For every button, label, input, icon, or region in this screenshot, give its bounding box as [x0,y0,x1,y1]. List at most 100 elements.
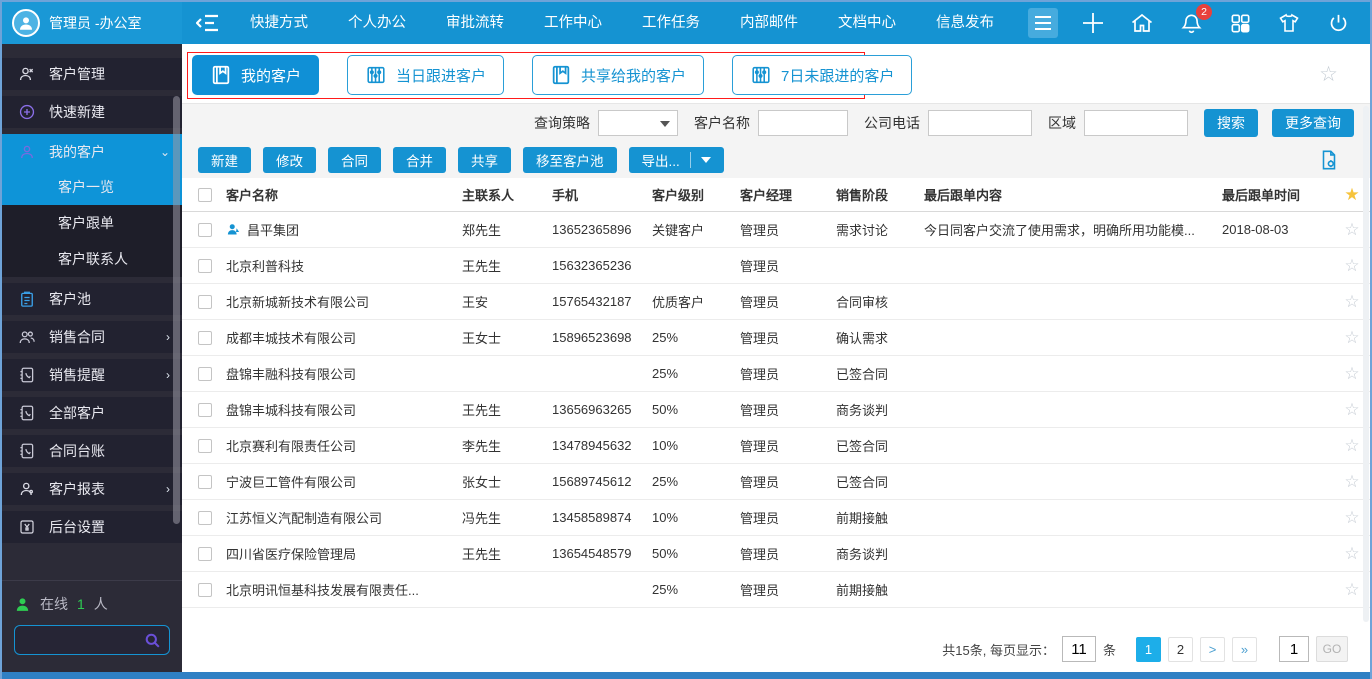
favorite-star-icon[interactable]: ☆ [1344,472,1359,491]
header-main-contact[interactable]: 主联系人 [462,185,552,204]
row-checkbox[interactable] [198,474,212,489]
header-customer-manager[interactable]: 客户经理 [740,185,836,204]
favorite-star-icon[interactable]: ☆ [1344,400,1359,419]
header-customer-name[interactable]: 客户名称 [218,185,462,204]
favorite-star-icon[interactable]: ☆ [1344,580,1359,599]
customer-name[interactable]: 北京明讯恒基科技发展有限责任... [226,580,419,599]
search-button[interactable]: 搜索 [1204,109,1258,137]
customer-name[interactable]: 盘锦丰融科技有限公司 [226,364,356,383]
more-search-button[interactable]: 更多查询 [1272,109,1354,137]
header-sales-stage[interactable]: 销售阶段 [836,185,924,204]
sidebar-scrollbar[interactable] [173,96,180,524]
sidebar-item-all-customers[interactable]: 全部客户 [2,397,182,429]
favorite-star-icon[interactable]: ☆ [1344,220,1359,239]
per-page-input[interactable] [1061,636,1096,662]
move-to-pool-button[interactable]: 移至客户池 [523,147,617,173]
customer-name[interactable]: 宁波巨工管件有限公司 [226,472,356,491]
select-all-checkbox[interactable] [198,187,212,202]
table-row[interactable]: 宁波巨工管件有限公司 张女士 15689745612 25% 管理员 已签合同 … [182,464,1370,500]
sidebar-item-sales-reminders[interactable]: 销售提醒 › [2,359,182,391]
table-row[interactable]: 北京赛利有限责任公司 李先生 13478945632 10% 管理员 已签合同 … [182,428,1370,464]
nav-item-document-center[interactable]: 文档中心 [818,2,916,44]
company-phone-input[interactable] [928,110,1032,136]
nav-item-info-publish[interactable]: 信息发布 [916,2,1014,44]
favorite-star-icon[interactable]: ☆ [1344,328,1359,347]
favorite-star-icon[interactable]: ☆ [1344,256,1359,275]
customer-name[interactable]: 成都丰城技术有限公司 [226,328,356,347]
customer-name[interactable]: 北京赛利有限责任公司 [226,436,356,455]
sidebar-item-customer-management[interactable]: 客户管理 [2,58,182,90]
table-row[interactable]: 成都丰城技术有限公司 王女士 15896523698 25% 管理员 确认需求 … [182,320,1370,356]
content-scrollbar[interactable] [1363,106,1369,622]
tab-today-follow-customers[interactable]: 当日跟进客户 [347,55,505,95]
favorite-star-icon[interactable]: ☆ [1344,436,1359,455]
row-checkbox[interactable] [198,330,212,345]
table-row[interactable]: 北京明讯恒基科技发展有限责任... 25% 管理员 前期接触 ☆ [182,572,1370,608]
customer-name[interactable]: 江苏恒义汽配制造有限公司 [226,508,382,527]
sidebar-subitem-customer-list[interactable]: 客户一览 [2,169,182,205]
user-area[interactable]: 管理员 -办公室 [2,2,182,44]
table-row[interactable]: 昌平集团 郑先生 13652365896 关键客户 管理员 需求讨论 今日同客户… [182,212,1370,248]
contract-button[interactable]: 合同 [328,147,381,173]
table-row[interactable]: 江苏恒义汽配制造有限公司 冯先生 13458589874 10% 管理员 前期接… [182,500,1370,536]
jump-page-input[interactable] [1279,636,1309,662]
collapse-sidebar-icon[interactable] [196,13,220,33]
table-row[interactable]: 北京新城新技术有限公司 王安 15765432187 优质客户 管理员 合同审核… [182,284,1370,320]
home-icon[interactable] [1130,11,1154,35]
edit-button[interactable]: 修改 [263,147,316,173]
sidebar-item-my-customers[interactable]: 我的客户 ⌄ [2,134,182,169]
row-checkbox[interactable] [198,438,212,453]
favorite-page-star-icon[interactable]: ☆ [1319,62,1338,87]
strategy-select[interactable] [598,110,678,136]
last-page-button[interactable]: » [1232,636,1257,662]
nav-item-work-tasks[interactable]: 工作任务 [622,2,720,44]
nav-item-personal-office[interactable]: 个人办公 [328,2,426,44]
row-checkbox[interactable] [198,402,212,417]
table-row[interactable]: 北京利普科技 王先生 15632365236 管理员 ☆ [182,248,1370,284]
page-1-button[interactable]: 1 [1136,636,1161,662]
power-logout-icon[interactable] [1326,11,1350,35]
theme-tshirt-icon[interactable] [1277,11,1301,35]
sidebar-subitem-customer-follow[interactable]: 客户跟单 [2,205,182,241]
header-last-follow-content[interactable]: 最后跟单内容 [924,185,1222,204]
row-checkbox[interactable] [198,294,212,309]
sidebar-item-quick-create[interactable]: 快速新建 [2,96,182,128]
favorite-star-icon[interactable]: ☆ [1344,292,1359,311]
merge-button[interactable]: 合并 [393,147,446,173]
sidebar-subitem-customer-contacts[interactable]: 客户联系人 [2,241,182,277]
customer-name[interactable]: 北京新城新技术有限公司 [226,292,369,311]
customer-name[interactable]: 盘锦丰城科技有限公司 [226,400,356,419]
favorite-star-icon[interactable]: ☆ [1344,544,1359,563]
row-checkbox[interactable] [198,366,212,381]
more-menu-icon[interactable] [1028,8,1058,38]
header-last-follow-time[interactable]: 最后跟单时间 [1222,185,1334,204]
table-row[interactable]: 盘锦丰融科技有限公司 25% 管理员 已签合同 ☆ [182,356,1370,392]
sidebar-item-contract-ledger[interactable]: 合同台账 [2,435,182,467]
new-button[interactable]: 新建 [198,147,251,173]
customer-name[interactable]: 北京利普科技 [226,256,304,275]
tab-shared-customers[interactable]: 共享给我的客户 [532,55,705,95]
sidebar-item-backend-settings[interactable]: 后台设置 [2,511,182,543]
row-checkbox[interactable] [198,258,212,273]
nav-item-shortcuts[interactable]: 快捷方式 [230,2,328,44]
nav-item-work-center[interactable]: 工作中心 [524,2,622,44]
notifications-bell-icon[interactable]: 2 [1179,4,1212,35]
go-button[interactable]: GO [1316,636,1348,662]
sidebar-item-customer-pool[interactable]: 客户池 [2,283,182,315]
row-checkbox[interactable] [198,222,212,237]
customer-name-input[interactable] [758,110,848,136]
favorite-star-icon[interactable]: ☆ [1344,508,1359,527]
header-mobile[interactable]: 手机 [552,185,652,204]
sidebar-item-sales-contracts[interactable]: 销售合同 › [2,321,182,353]
add-icon[interactable] [1081,11,1105,35]
favorite-star-icon[interactable]: ☆ [1344,364,1359,383]
nav-item-internal-mail[interactable]: 内部邮件 [720,2,818,44]
nav-item-approval-flow[interactable]: 审批流转 [426,2,524,44]
tab-my-customers[interactable]: 我的客户 [192,55,320,95]
search-icon[interactable] [143,631,162,650]
customer-name[interactable]: 四川省医疗保险管理局 [226,544,356,563]
apps-grid-icon[interactable] [1228,11,1252,35]
table-row[interactable]: 四川省医疗保险管理局 王先生 13654548579 50% 管理员 商务谈判 … [182,536,1370,572]
table-row[interactable]: 盘锦丰城科技有限公司 王先生 13656963265 50% 管理员 商务谈判 … [182,392,1370,428]
region-input[interactable] [1084,110,1188,136]
